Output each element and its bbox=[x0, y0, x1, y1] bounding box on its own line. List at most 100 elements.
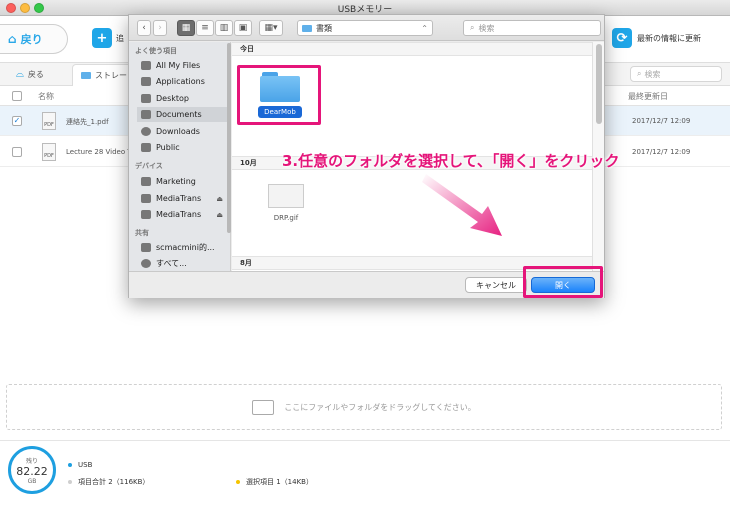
device-label: USB bbox=[78, 461, 93, 469]
sidebar-item-label: MediaTrans bbox=[156, 210, 202, 219]
refresh-icon: ⟳ bbox=[612, 28, 632, 48]
folder-outline-icon bbox=[252, 399, 275, 415]
device-legend: USB bbox=[68, 461, 92, 469]
eject-icon[interactable]: ⏏ bbox=[216, 195, 223, 203]
back-button[interactable]: ⌂ 戻り bbox=[0, 24, 68, 54]
sidebar-item-label: All My Files bbox=[156, 61, 201, 70]
sidebar-item-label: Desktop bbox=[156, 94, 189, 103]
devices-header: デバイス bbox=[135, 162, 163, 170]
row-checkbox[interactable] bbox=[12, 147, 22, 157]
folder-icon bbox=[81, 72, 91, 79]
sidebar-item-all-my-files[interactable]: All My Files bbox=[141, 58, 227, 73]
sidebar-item-public[interactable]: Public bbox=[141, 140, 227, 155]
folder-icon bbox=[302, 24, 312, 32]
pdf-file-icon: PDF bbox=[42, 112, 56, 130]
sidebar-item-all-shared[interactable]: すべて... bbox=[141, 256, 227, 271]
instruction-annotation: 3.任意のフォルダを選択して、「開く」をクリック bbox=[282, 152, 620, 170]
sidebar-item-label: Documents bbox=[156, 110, 202, 119]
tab-back-button[interactable]: ⌓ 戻る bbox=[8, 66, 52, 82]
dialog-toolbar: ‹ › ▦ ≡ ▥ ▣ ▦▾ 書類 ⌃ ⌕ 検索 bbox=[129, 15, 604, 41]
refresh-button[interactable]: ⟳ 最新の情報に更新 bbox=[612, 28, 701, 48]
sidebar-item-label: MediaTrans bbox=[156, 194, 202, 203]
add-button-label: 追 bbox=[116, 33, 124, 43]
shared-header: 共有 bbox=[135, 229, 149, 237]
scroll-thumb[interactable] bbox=[596, 44, 602, 124]
column-view-button[interactable]: ▥ bbox=[215, 20, 233, 36]
sidebar-item-desktop[interactable]: Desktop bbox=[141, 91, 227, 106]
drive-icon bbox=[141, 194, 151, 203]
row-checkbox[interactable]: ✓ bbox=[12, 116, 22, 126]
drop-zone-text: ここにファイルやフォルダをドラッグしてください。 bbox=[284, 402, 476, 412]
columns-icon: ▥ bbox=[219, 23, 229, 33]
sidebar-item-mediatrans[interactable]: MediaTrans ⏏ bbox=[141, 191, 227, 206]
list-icon: ≡ bbox=[201, 23, 209, 33]
main-search-input[interactable]: ⌕ 検索 bbox=[630, 66, 722, 82]
cancel-button[interactable]: キャンセル bbox=[465, 277, 527, 293]
arrange-grid-icon: ▦▾ bbox=[264, 23, 278, 33]
dialog-sidebar: よく使う項目 All My Files Applications Desktop… bbox=[129, 42, 231, 271]
total-legend: 項目合計 2（116KB） bbox=[68, 477, 149, 487]
dialog-search-input[interactable]: ⌕ 検索 bbox=[463, 20, 601, 36]
add-file-icon: + bbox=[92, 28, 112, 48]
sidebar-item-mediatrans[interactable]: MediaTrans ⏏ bbox=[141, 207, 227, 222]
public-folder-icon bbox=[141, 143, 151, 152]
drive-icon: ⌓ bbox=[16, 68, 24, 80]
sidebar-item-marketing[interactable]: Marketing bbox=[141, 174, 227, 189]
sidebar-item-shared-computer[interactable]: scmacmini的... bbox=[141, 240, 227, 255]
chevron-left-icon: ‹ bbox=[142, 23, 146, 33]
sidebar-item-label: すべて... bbox=[156, 259, 187, 268]
icon-view-button[interactable]: ▦ bbox=[177, 20, 195, 36]
sidebar-item-label: Marketing bbox=[156, 177, 196, 186]
location-label: 書類 bbox=[316, 23, 332, 33]
sidebar-item-downloads[interactable]: Downloads bbox=[141, 124, 227, 139]
favorites-header: よく使う項目 bbox=[135, 47, 177, 55]
refresh-button-label: 最新の情報に更新 bbox=[637, 33, 701, 43]
drop-zone[interactable]: ここにファイルやフォルダをドラッグしてください。 bbox=[6, 384, 722, 430]
row-name: 連絡先_1.pdf bbox=[66, 118, 109, 126]
applications-icon bbox=[141, 77, 151, 86]
sidebar-scrollbar[interactable] bbox=[227, 43, 231, 263]
dialog-search-placeholder: 検索 bbox=[478, 23, 495, 33]
storage-gauge: 残り 82.22 GB bbox=[8, 446, 56, 494]
chevron-right-icon: › bbox=[158, 23, 162, 33]
row-name: Lecture 28 Video Tr bbox=[66, 148, 134, 156]
nav-back-button[interactable]: ‹ bbox=[137, 20, 151, 36]
list-view-button[interactable]: ≡ bbox=[196, 20, 214, 36]
pdf-file-icon: PDF bbox=[42, 143, 56, 161]
downloads-icon bbox=[141, 127, 151, 136]
search-icon: ⌕ bbox=[470, 23, 475, 32]
main-search-placeholder: 検索 bbox=[644, 69, 661, 79]
row-date: 2017/12/7 12:09 bbox=[632, 117, 691, 125]
nav-forward-button[interactable]: › bbox=[153, 20, 167, 36]
back-button-label: 戻り bbox=[20, 33, 43, 46]
annotation-arrow-icon bbox=[422, 174, 502, 236]
home-icon: ⌂ bbox=[8, 32, 17, 46]
status-footer bbox=[0, 440, 730, 510]
selected-legend: 選択項目 1（14KB） bbox=[236, 477, 313, 487]
total-label: 項目合計 2（116KB） bbox=[78, 478, 150, 486]
folder-highlight-box bbox=[237, 65, 321, 125]
open-button-highlight-box bbox=[523, 266, 603, 298]
location-popup[interactable]: 書類 ⌃ bbox=[297, 20, 433, 36]
coverflow-view-button[interactable]: ▣ bbox=[234, 20, 252, 36]
file-item-drp-gif[interactable]: DRP.gif bbox=[258, 180, 314, 236]
sidebar-item-label: Applications bbox=[156, 77, 205, 86]
select-all-checkbox[interactable] bbox=[12, 91, 22, 101]
gauge-label: 残り bbox=[25, 457, 38, 465]
file-name-label: DRP.gif bbox=[273, 214, 299, 222]
sidebar-item-documents[interactable]: Documents bbox=[137, 107, 229, 122]
search-icon: ⌕ bbox=[637, 69, 642, 78]
arrange-button[interactable]: ▦▾ bbox=[259, 20, 283, 36]
sidebar-scroll-thumb[interactable] bbox=[227, 43, 231, 233]
grid-icon: ▦ bbox=[181, 23, 191, 33]
network-icon bbox=[141, 259, 151, 268]
coverflow-icon: ▣ bbox=[238, 23, 248, 33]
add-button[interactable]: + 追 bbox=[92, 28, 124, 48]
sidebar-item-label: Public bbox=[156, 143, 180, 152]
image-thumbnail-icon bbox=[268, 184, 304, 208]
device-dot bbox=[68, 463, 72, 467]
column-header-date[interactable]: 最終更新日 bbox=[628, 91, 668, 102]
column-header-name[interactable]: 名称 bbox=[38, 91, 54, 102]
sidebar-item-applications[interactable]: Applications bbox=[141, 74, 227, 89]
eject-icon[interactable]: ⏏ bbox=[216, 211, 223, 219]
